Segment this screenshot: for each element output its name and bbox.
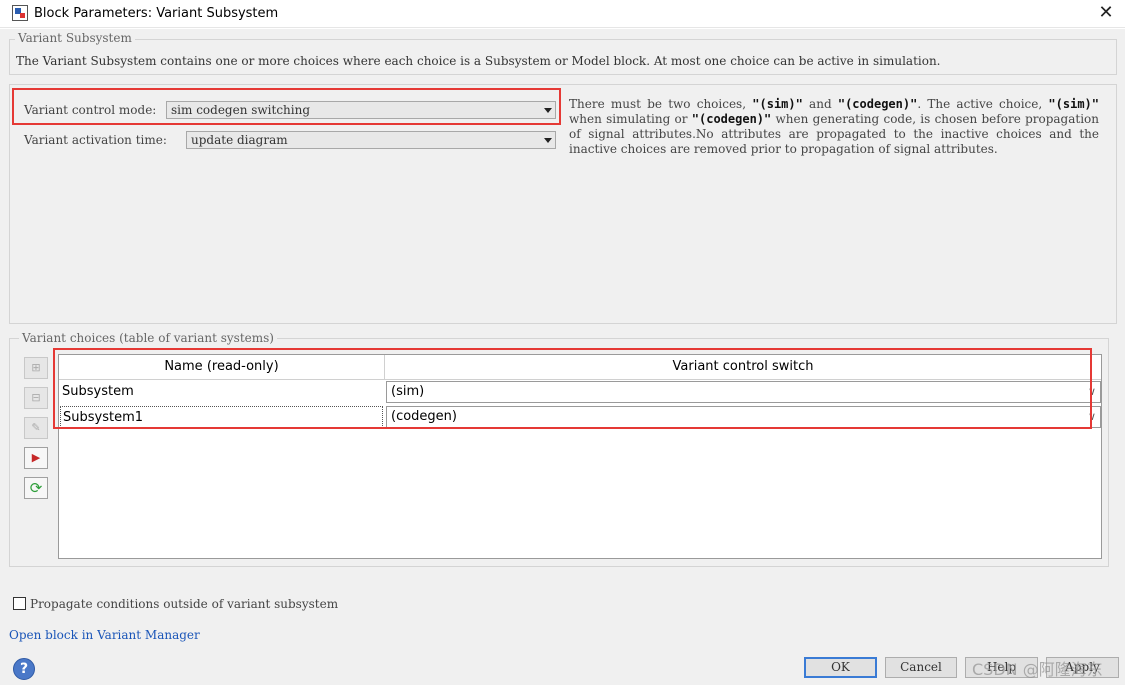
dropdown-arrow-icon	[544, 108, 552, 113]
variant-control-switch-select[interactable]: (codegen) ∨	[386, 406, 1101, 428]
variant-control-switch-value: (codegen)	[391, 409, 457, 424]
chevron-down-icon: ∨	[1087, 410, 1096, 423]
table-header: Name (read-only) Variant control switch	[59, 355, 1101, 380]
table-row[interactable]: Subsystem1 (codegen) ∨	[59, 405, 1101, 429]
close-icon[interactable]: ✕	[1095, 2, 1117, 24]
table-row[interactable]: Subsystem (sim) ∨	[59, 380, 1101, 404]
block-description-legend: Variant Subsystem	[15, 31, 135, 45]
add-subsystem-choice-button[interactable]: ⊞	[24, 357, 48, 379]
add-model-choice-button[interactable]: ⊟	[24, 387, 48, 409]
propagate-conditions-label: Propagate conditions outside of variant …	[30, 597, 339, 611]
simulink-block-icon	[12, 5, 28, 21]
variant-activation-time-label: Variant activation time:	[24, 133, 167, 147]
csdn-watermark: CSDN @阿隆海东	[972, 660, 1103, 679]
choice-name-cell: Subsystem1	[60, 406, 383, 428]
propagate-conditions-checkbox[interactable]	[13, 597, 26, 610]
control-mode-help-text: There must be two choices, "(sim)" and "…	[569, 97, 1099, 156]
refresh-icon[interactable]: ⟳	[24, 477, 48, 499]
variant-choices-legend: Variant choices (table of variant system…	[19, 331, 277, 345]
window-title: Block Parameters: Variant Subsystem	[34, 6, 279, 21]
open-variant-manager-link[interactable]: Open block in Variant Manager	[9, 628, 200, 642]
open-choice-button[interactable]: ▶	[24, 447, 48, 469]
dropdown-arrow-icon	[544, 138, 552, 143]
title-bar: Block Parameters: Variant Subsystem ✕	[0, 0, 1125, 28]
propagate-conditions-option[interactable]: Propagate conditions outside of variant …	[13, 597, 338, 611]
help-icon[interactable]: ?	[13, 658, 35, 680]
column-header-switch: Variant control switch	[672, 359, 814, 374]
cancel-button[interactable]: Cancel	[885, 657, 957, 678]
column-header-name: Name (read-only)	[164, 359, 279, 374]
ok-button[interactable]: OK	[804, 657, 877, 678]
variant-choices-table: Name (read-only) Variant control switch …	[58, 354, 1102, 559]
block-description-text: The Variant Subsystem contains one or mo…	[16, 54, 941, 68]
choice-name-cell: Subsystem	[62, 384, 134, 399]
variant-control-mode-select[interactable]: sim codegen switching	[166, 101, 556, 119]
variant-control-mode-label: Variant control mode:	[24, 103, 157, 117]
dialog-body: Variant Subsystem The Variant Subsystem …	[0, 29, 1125, 685]
variant-control-switch-select[interactable]: (sim) ∨	[386, 381, 1101, 403]
chevron-down-icon: ∨	[1087, 385, 1096, 398]
variant-control-switch-value: (sim)	[391, 384, 425, 399]
variant-control-mode-value: sim codegen switching	[171, 103, 311, 117]
variant-activation-time-select[interactable]: update diagram	[186, 131, 556, 149]
variant-activation-time-value: update diagram	[191, 133, 288, 147]
edit-choice-button[interactable]: ✎	[24, 417, 48, 439]
